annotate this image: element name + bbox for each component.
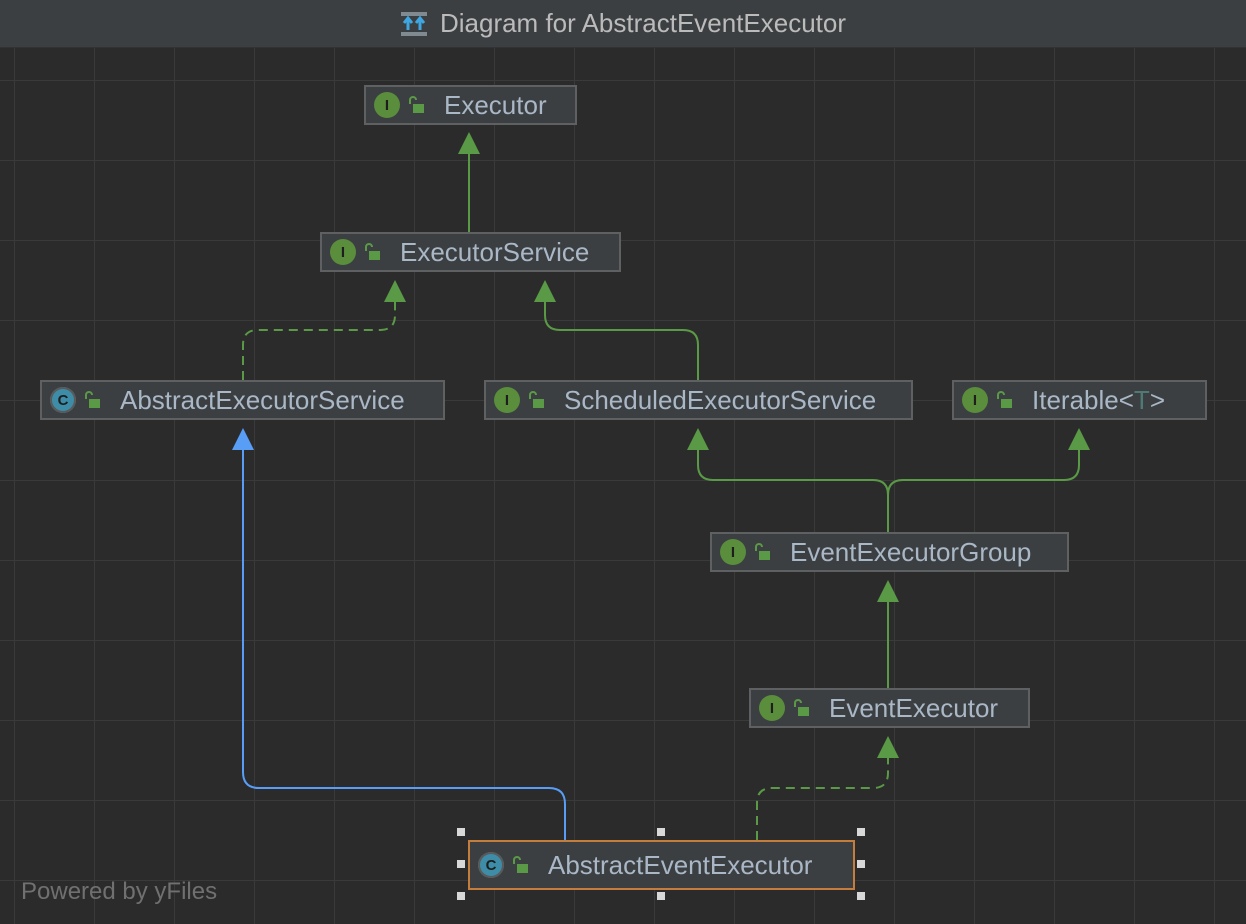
- node-label: AbstractEventExecutor: [548, 849, 813, 880]
- selection-handle[interactable]: [657, 892, 665, 900]
- node-executor[interactable]: I Executor: [364, 85, 577, 125]
- node-label: Iterable: [1032, 384, 1119, 415]
- class-icon: C: [478, 852, 504, 878]
- selection-handle[interactable]: [857, 892, 865, 900]
- public-lock-icon: [513, 856, 528, 873]
- generic-close-bracket: >: [1149, 384, 1165, 415]
- interface-icon: I: [494, 387, 520, 413]
- edge-abstracteventexecutor-to-eventexecutor: [756, 758, 889, 840]
- node-executorservice[interactable]: I ExecutorService: [320, 232, 621, 272]
- type-parameter: T: [1133, 384, 1150, 415]
- interface-icon: I: [720, 539, 746, 565]
- class-icon: C: [50, 387, 76, 413]
- arrowhead: [534, 280, 556, 302]
- node-label: Executor: [444, 89, 547, 120]
- arrowhead: [384, 280, 406, 302]
- public-lock-icon: [794, 699, 809, 716]
- node-iterable[interactable]: I Iterable < T >: [952, 380, 1207, 420]
- node-eventexecutorgroup[interactable]: I EventExecutorGroup: [710, 532, 1069, 572]
- generic-open-bracket: <: [1118, 384, 1134, 415]
- interface-icon: I: [759, 695, 785, 721]
- node-label: AbstractExecutorService: [120, 384, 405, 415]
- edge-eventexecutorgroup-to-iterable: [887, 450, 1080, 532]
- edge-abstractexecutorservice-to-executorservice: [242, 302, 396, 380]
- node-scheduledexecutorservice[interactable]: I ScheduledExecutorService: [484, 380, 913, 420]
- node-eventexecutor[interactable]: I EventExecutor: [749, 688, 1030, 728]
- node-label: EventExecutorGroup: [790, 536, 1032, 567]
- edge-abstracteventexecutor-to-abstractexecutorservice: [242, 450, 566, 840]
- selection-handle[interactable]: [457, 860, 465, 868]
- interface-icon: I: [962, 387, 988, 413]
- interface-icon: I: [374, 92, 400, 118]
- public-lock-icon: [755, 543, 770, 560]
- node-label: EventExecutor: [829, 692, 999, 723]
- public-lock-icon: [409, 96, 424, 113]
- edge-eventexecutorgroup-to-scheduledexecutorservice: [697, 450, 889, 532]
- edge-scheduledexecutorservice-to-executorservice: [544, 302, 699, 380]
- arrowhead: [877, 736, 899, 758]
- interface-icon: I: [330, 239, 356, 265]
- node-abstractexecutorservice[interactable]: C AbstractExecutorService: [40, 380, 445, 420]
- public-lock-icon: [529, 391, 544, 408]
- arrowhead: [877, 580, 899, 602]
- selection-handle[interactable]: [457, 892, 465, 900]
- selection-handle[interactable]: [857, 828, 865, 836]
- public-lock-icon: [85, 391, 100, 408]
- node-abstracteventexecutor[interactable]: C AbstractEventExecutor: [468, 840, 855, 890]
- selection-handle[interactable]: [457, 828, 465, 836]
- node-label: ScheduledExecutorService: [564, 384, 877, 415]
- diagram-edges: [232, 132, 1090, 840]
- node-label: ExecutorService: [400, 236, 590, 267]
- powered-by-label: Powered by yFiles: [21, 878, 218, 905]
- public-lock-icon: [997, 391, 1012, 408]
- arrowhead: [458, 132, 480, 154]
- arrowhead: [232, 428, 254, 450]
- arrowhead: [1068, 428, 1090, 450]
- selection-handle[interactable]: [857, 860, 865, 868]
- public-lock-icon: [365, 243, 380, 260]
- arrowhead: [687, 428, 709, 450]
- selection-handle[interactable]: [657, 828, 665, 836]
